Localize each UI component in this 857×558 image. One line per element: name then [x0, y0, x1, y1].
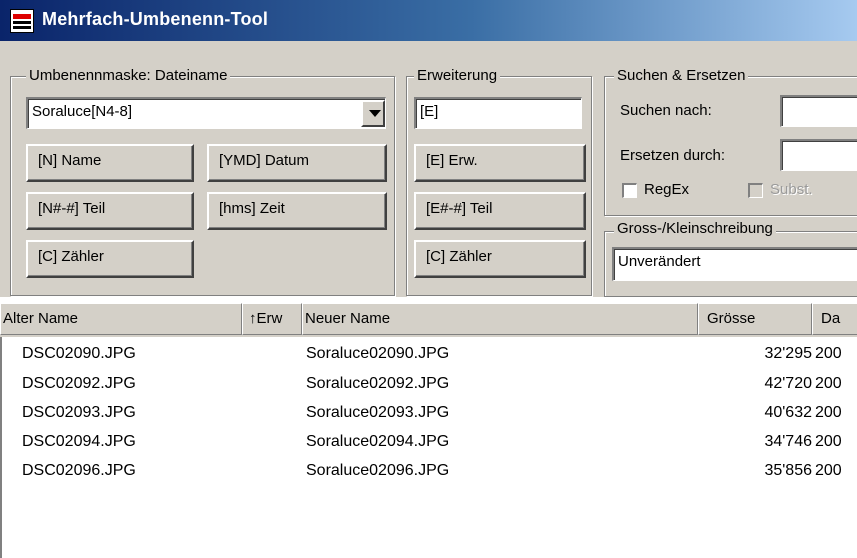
- column-date[interactable]: Da: [812, 303, 857, 335]
- search-replace-group-label: Suchen & Ersetzen: [614, 67, 749, 84]
- replace-label: Ersetzen durch:: [620, 147, 726, 164]
- options-panel: Umbenennmaske: Dateiname Soraluce[N4-8] …: [0, 41, 857, 297]
- insert-part-button[interactable]: [N#-#] Teil: [26, 192, 194, 230]
- file-list-header: Alter Name ↑Erw Neuer Name Grösse Da: [0, 303, 857, 337]
- regex-checkbox[interactable]: [622, 183, 637, 198]
- file-list[interactable]: DSC02090.JPG Soraluce02090.JPG 32'295 20…: [0, 337, 857, 558]
- subst-checkbox[interactable]: [748, 183, 763, 198]
- column-old-name[interactable]: Alter Name: [0, 303, 242, 335]
- column-extension[interactable]: ↑Erw: [242, 303, 302, 335]
- insert-ext-counter-button[interactable]: [C] Zähler: [414, 240, 586, 278]
- insert-time-button[interactable]: [hms] Zeit: [207, 192, 387, 230]
- insert-ext-button[interactable]: [E] Erw.: [414, 144, 586, 182]
- app-window-icon[interactable]: [10, 9, 34, 33]
- title-bar[interactable]: Mehrfach-Umbenenn-Tool: [0, 0, 857, 41]
- case-select-value: Unverändert: [618, 253, 701, 270]
- insert-ext-part-button[interactable]: [E#-#] Teil: [414, 192, 586, 230]
- replace-input[interactable]: [780, 139, 857, 171]
- mask-combo[interactable]: Soraluce[N4-8]: [26, 97, 386, 129]
- mask-dropdown-button[interactable]: [361, 100, 385, 127]
- column-new-name[interactable]: Neuer Name: [302, 303, 698, 335]
- extension-mask-field[interactable]: [E]: [414, 97, 582, 129]
- search-label: Suchen nach:: [620, 102, 712, 119]
- window-title: Mehrfach-Umbenenn-Tool: [42, 9, 269, 29]
- case-select[interactable]: Unverändert: [612, 247, 857, 281]
- regex-label: RegEx: [644, 181, 690, 198]
- search-input[interactable]: [780, 95, 857, 127]
- subst-label: Subst.: [770, 181, 813, 198]
- insert-name-button[interactable]: [N] Name: [26, 144, 194, 182]
- case-group-label: Gross-/Kleinschreibung: [614, 220, 776, 237]
- insert-date-button[interactable]: [YMD] Datum: [207, 144, 387, 182]
- sort-arrow-icon: ↑Erw: [249, 310, 283, 327]
- column-size[interactable]: Grösse: [698, 303, 812, 335]
- insert-counter-button[interactable]: [C] Zähler: [26, 240, 194, 278]
- mask-combo-value: Soraluce[N4-8]: [32, 103, 133, 120]
- extension-group-label: Erweiterung: [414, 67, 501, 84]
- chevron-down-icon: [369, 110, 381, 117]
- mask-group-label: Umbenennmaske: Dateiname: [26, 67, 231, 84]
